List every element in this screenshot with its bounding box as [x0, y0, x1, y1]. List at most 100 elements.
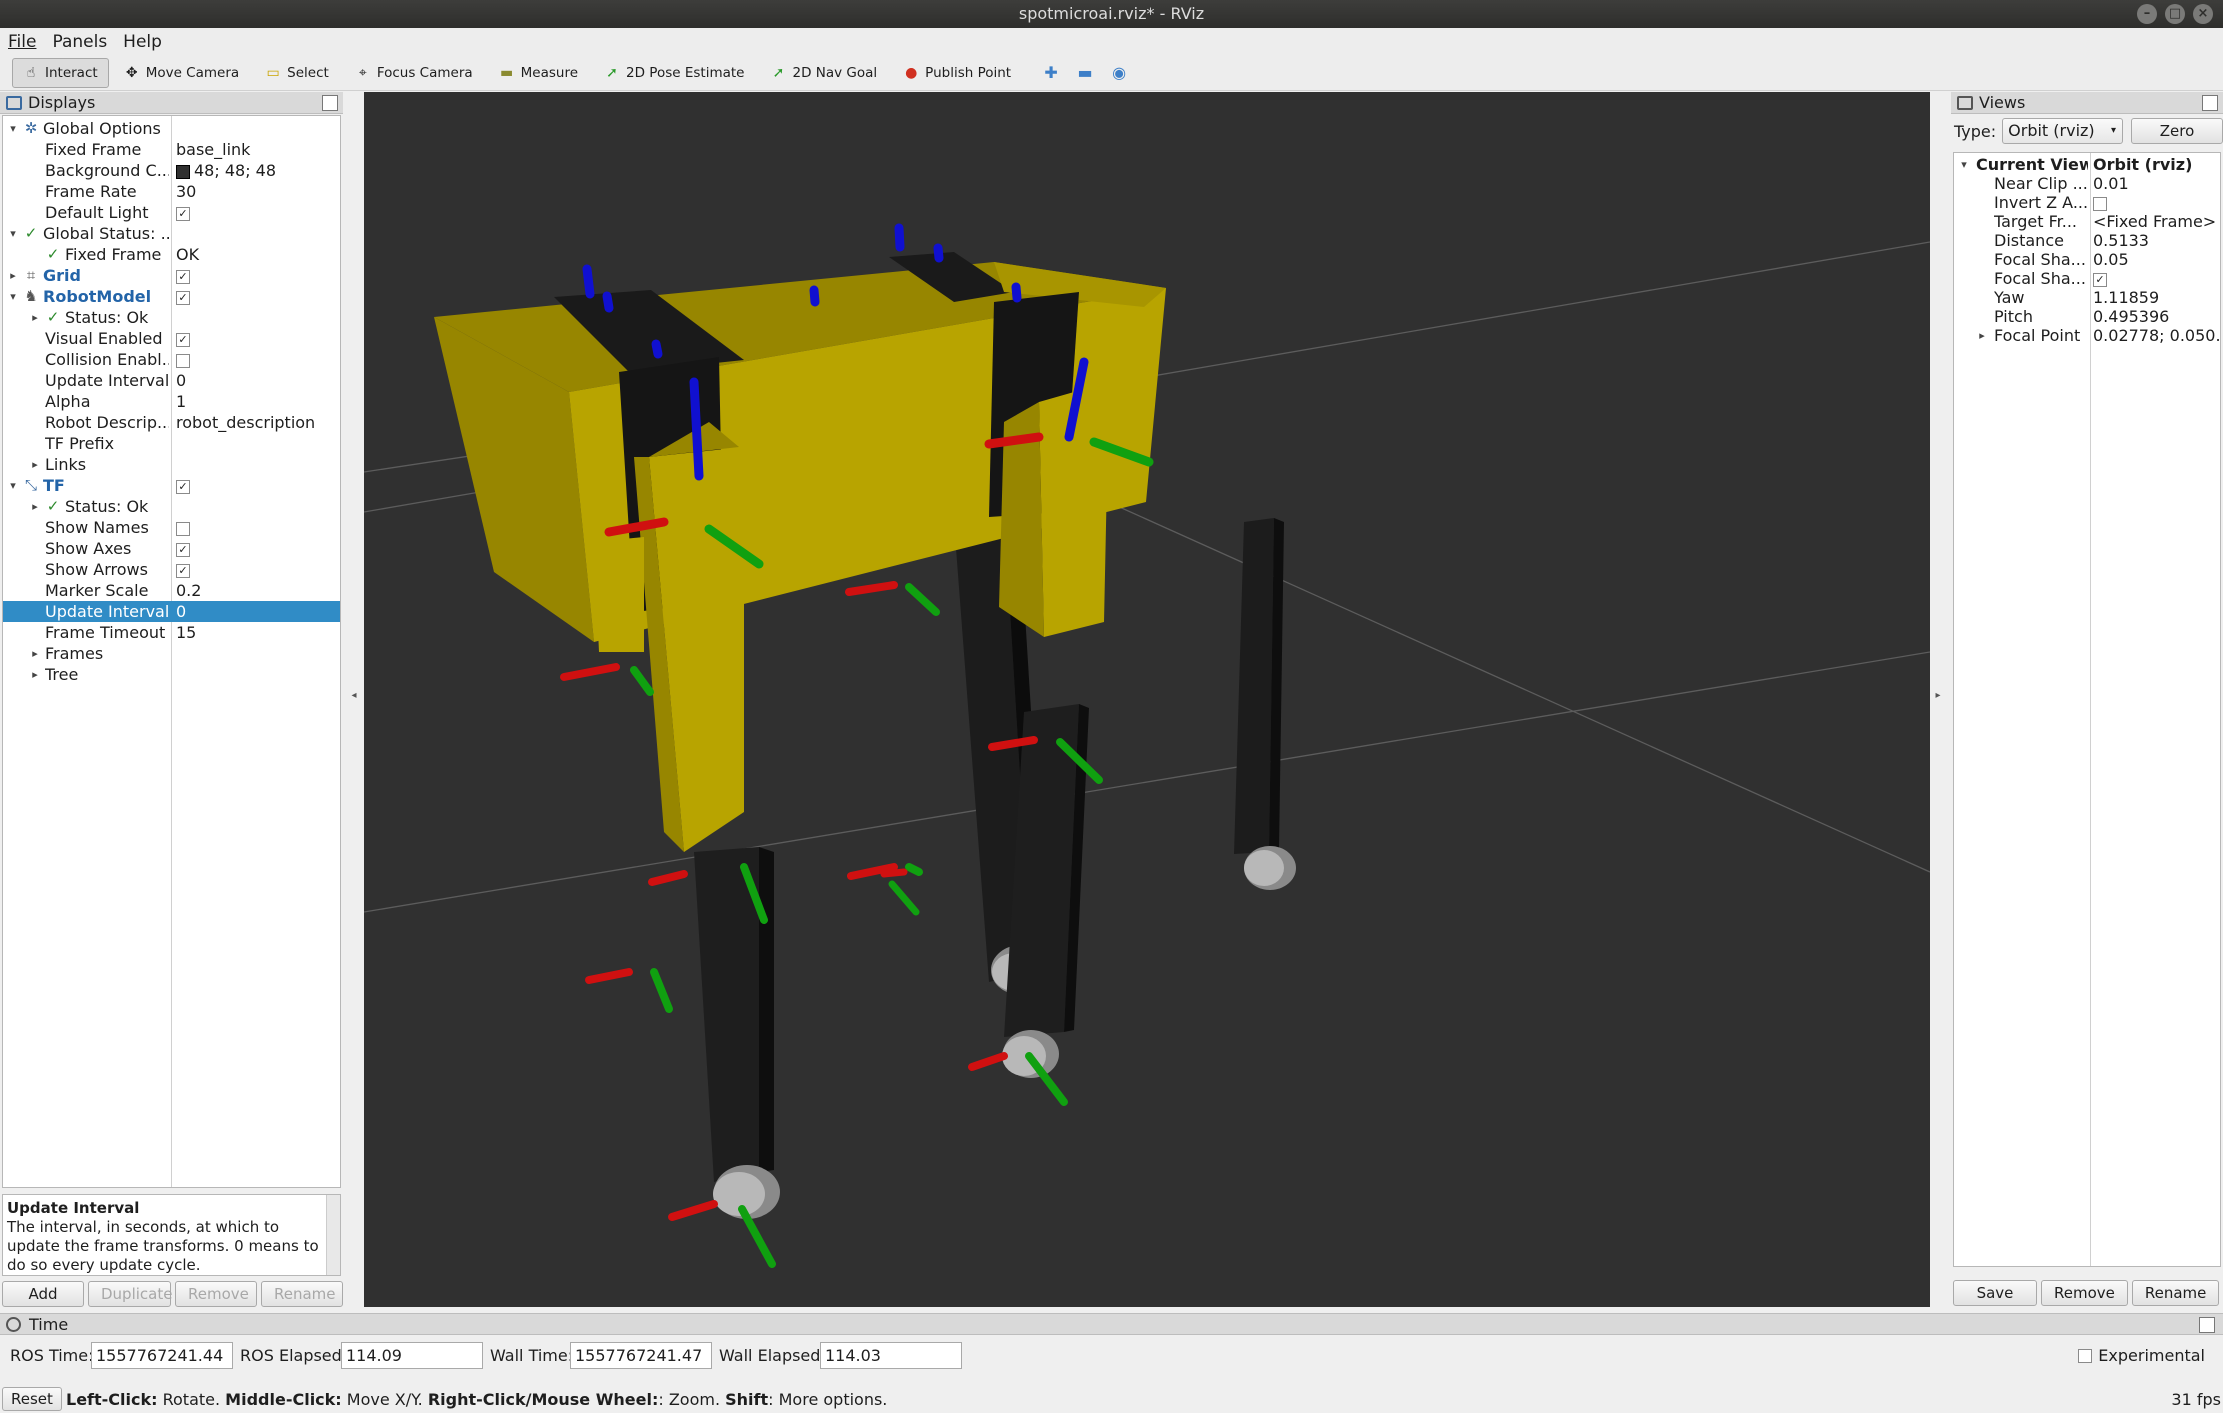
tree-row[interactable]: Marker Scale 0.2 [3, 580, 340, 601]
checkbox[interactable]: ✓ [176, 290, 190, 305]
checkbox[interactable]: ✓ [176, 563, 190, 578]
tree-row[interactable]: Visual Enabled ✓ [3, 328, 340, 349]
render-viewport[interactable] [364, 92, 1930, 1307]
save-view-button[interactable]: Save [1953, 1280, 2037, 1306]
tree-row[interactable]: ▸ Links [3, 454, 340, 475]
tool-move-camera[interactable]: ✥ Move Camera [113, 58, 250, 88]
view-property-row[interactable]: Distance 0.5133 [1954, 231, 2220, 250]
displays-tree[interactable]: ▾ ✲ Global Options Fixed Frame base_link Back… [2, 115, 341, 1188]
tree-row[interactable]: ▸ Frames [3, 643, 340, 664]
tree-row[interactable]: ✓ Fixed Frame OK [3, 244, 340, 265]
view-property-row[interactable]: Focal Sha... ✓ [1954, 269, 2220, 288]
tree-row[interactable]: ▾ ✲ Global Options [3, 118, 340, 139]
tree-row[interactable]: Update Interval 0 [3, 601, 340, 622]
expand-arrow-icon[interactable]: ▾ [1958, 155, 1970, 174]
view-property-row[interactable]: Invert Z A... [1954, 193, 2220, 212]
view-menu-icon[interactable]: ◉ [1104, 58, 1134, 88]
collapse-arrow-icon[interactable]: ▸ [7, 265, 19, 286]
checkbox[interactable] [2093, 196, 2107, 211]
remove-view-button[interactable]: Remove [2041, 1280, 2128, 1306]
checkbox[interactable]: ✓ [176, 332, 190, 347]
remove-tool-icon[interactable]: ▬ [1070, 58, 1100, 88]
tree-row[interactable]: ▾ ⤡ TF ✓ [3, 475, 340, 496]
checkbox[interactable]: ✓ [176, 269, 190, 284]
checkbox[interactable]: ✓ [176, 479, 190, 494]
tree-row[interactable]: Default Light ✓ [3, 202, 340, 223]
tree-row[interactable]: Background C... 48; 48; 48 [3, 160, 340, 181]
reset-button[interactable]: Reset [2, 1387, 62, 1411]
undock-button[interactable] [2202, 95, 2218, 111]
tool-2d-pose-estimate[interactable]: ➚ 2D Pose Estimate [593, 58, 755, 88]
add-tool-icon[interactable]: ✚ [1036, 58, 1066, 88]
right-splitter-handle[interactable]: ▸ [1933, 690, 1943, 701]
experimental-checkbox[interactable] [2078, 1348, 2093, 1363]
remove-button[interactable]: Remove [175, 1281, 257, 1307]
tree-row[interactable]: Show Arrows ✓ [3, 559, 340, 580]
menu-help[interactable]: Help [123, 32, 162, 52]
view-property-row[interactable]: Target Fr... <Fixed Frame> [1954, 212, 2220, 231]
tree-row[interactable]: Alpha 1 [3, 391, 340, 412]
left-splitter-handle[interactable]: ◂ [349, 690, 359, 701]
checkbox[interactable]: ✓ [176, 542, 190, 557]
tree-row[interactable]: ▸ ⌗ Grid ✓ [3, 265, 340, 286]
collapse-arrow-icon[interactable]: ▸ [1976, 326, 1988, 345]
color-swatch[interactable] [176, 164, 190, 179]
collapse-arrow-icon[interactable]: ▸ [29, 496, 41, 517]
tree-row[interactable]: Show Names [3, 517, 340, 538]
minimize-button[interactable]: – [2137, 4, 2157, 24]
tree-row[interactable]: Update Interval 0 [3, 370, 340, 391]
add-button[interactable]: Add [2, 1281, 84, 1307]
checkbox[interactable]: ✓ [2093, 272, 2107, 287]
tree-row[interactable]: ▾ ♞ RobotModel ✓ [3, 286, 340, 307]
view-property-row[interactable]: Near Clip ... 0.01 [1954, 174, 2220, 193]
collapse-arrow-icon[interactable]: ▸ [29, 454, 41, 475]
collapse-arrow-icon[interactable]: ▸ [29, 664, 41, 685]
tool-2d-nav-goal[interactable]: ➚ 2D Nav Goal [760, 58, 889, 88]
close-button[interactable]: × [2193, 4, 2213, 24]
undock-button[interactable] [2199, 1317, 2215, 1333]
checkbox[interactable]: ✓ [176, 206, 190, 221]
expand-arrow-icon[interactable]: ▾ [7, 286, 19, 307]
ros-time-field[interactable]: 1557767241.44 [91, 1342, 233, 1369]
tree-row[interactable]: TF Prefix [3, 433, 340, 454]
maximize-button[interactable]: □ [2165, 4, 2185, 24]
zero-button[interactable]: Zero [2131, 118, 2223, 144]
collapse-arrow-icon[interactable]: ▸ [29, 643, 41, 664]
duplicate-button[interactable]: Duplicate [88, 1281, 172, 1307]
tree-row[interactable]: Frame Rate 30 [3, 181, 340, 202]
tool-measure[interactable]: ▬ Measure [488, 58, 589, 88]
view-type-select[interactable]: Orbit (rviz) ▾ [2002, 118, 2123, 144]
tree-row[interactable]: Robot Descrip... robot_description [3, 412, 340, 433]
tool-interact[interactable]: ☝ Interact [12, 57, 109, 88]
tree-row[interactable]: Show Axes ✓ [3, 538, 340, 559]
tree-row[interactable]: Collision Enabl... [3, 349, 340, 370]
tool-publish-point[interactable]: ● Publish Point [892, 58, 1022, 88]
rename-view-button[interactable]: Rename [2131, 1280, 2220, 1306]
tree-row[interactable]: Frame Timeout 15 [3, 622, 340, 643]
undock-button[interactable] [322, 95, 338, 111]
tool-focus-camera[interactable]: ⌖ Focus Camera [344, 58, 484, 88]
wall-time-field[interactable]: 1557767241.47 [570, 1342, 712, 1369]
rename-button[interactable]: Rename [261, 1281, 343, 1307]
tree-row[interactable]: ▸ ✓ Status: Ok [3, 307, 340, 328]
ros-elapsed-field[interactable]: 114.09 [341, 1342, 483, 1369]
view-property-row[interactable]: ▸ Focal Point 0.02778; 0.050... [1954, 326, 2220, 345]
tool-select[interactable]: ▭ Select [254, 58, 340, 88]
checkbox[interactable] [176, 353, 190, 368]
view-property-row[interactable]: ▾ Current View Orbit (rviz) [1954, 155, 2220, 174]
checkbox[interactable] [176, 521, 190, 536]
description-scrollbar[interactable] [326, 1195, 340, 1275]
menu-file[interactable]: File [8, 32, 36, 52]
experimental-toggle[interactable]: Experimental [2078, 1346, 2205, 1365]
view-property-row[interactable]: Focal Sha... 0.05 [1954, 250, 2220, 269]
view-property-row[interactable]: Pitch 0.495396 [1954, 307, 2220, 326]
robot-scene[interactable] [364, 92, 1930, 1307]
collapse-arrow-icon[interactable]: ▸ [29, 307, 41, 328]
wall-elapsed-field[interactable]: 114.03 [820, 1342, 962, 1369]
tree-row[interactable]: Fixed Frame base_link [3, 139, 340, 160]
tree-row[interactable]: ▾ ✓ Global Status: ... [3, 223, 340, 244]
views-tree[interactable]: ▾ Current View Orbit (rviz) Near Clip ... 0.… [1953, 152, 2221, 1267]
tree-row[interactable]: ▸ Tree [3, 664, 340, 685]
tree-row[interactable]: ▸ ✓ Status: Ok [3, 496, 340, 517]
expand-arrow-icon[interactable]: ▾ [7, 118, 19, 139]
